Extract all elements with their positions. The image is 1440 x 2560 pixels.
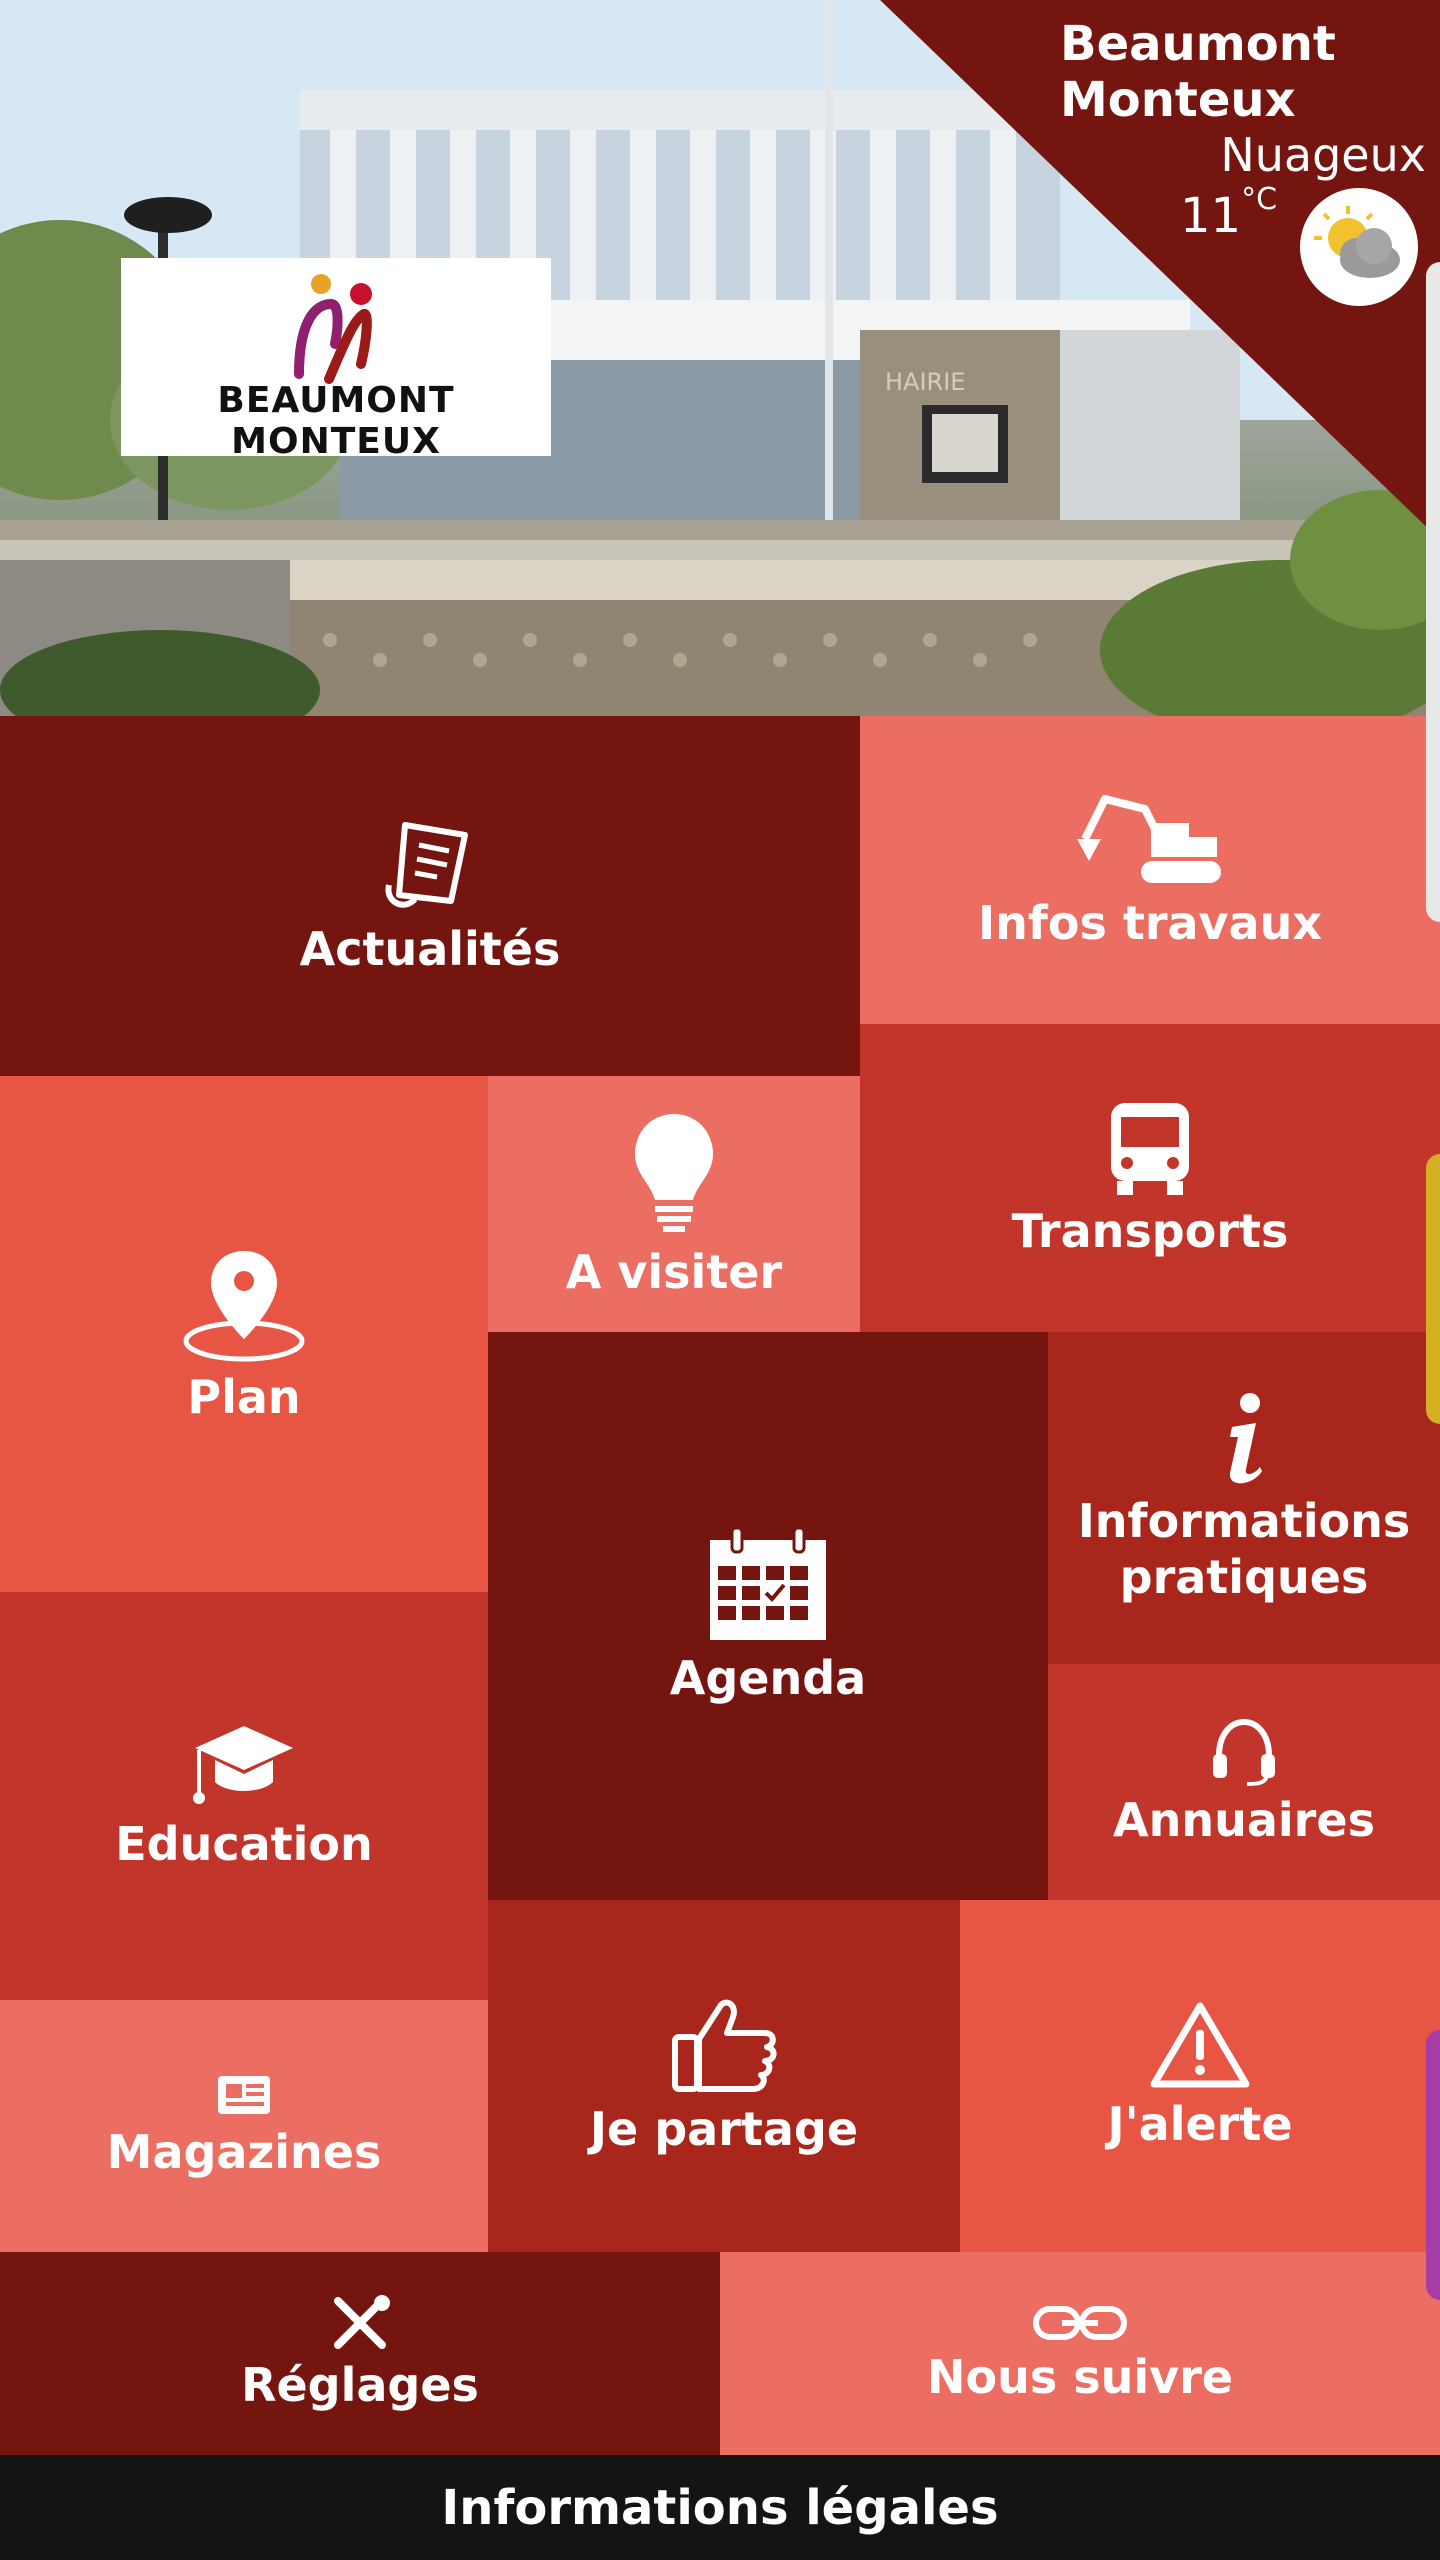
weather-temperature-value: 11 [1180, 188, 1242, 244]
weather-temperature: 11°C [1180, 182, 1277, 244]
newspaper-icon [218, 2076, 270, 2114]
lightbulb-icon [635, 1114, 713, 1232]
warning-icon [1150, 2002, 1250, 2088]
tile-magazines[interactable]: Magazines [0, 2000, 488, 2252]
tile-agenda-label: Agenda [669, 1651, 867, 1705]
tile-agenda[interactable]: Agenda [488, 1332, 1048, 1900]
link-icon [1033, 2305, 1127, 2340]
headset-icon [1213, 1718, 1275, 1786]
tile-j-alerte[interactable]: J'alerte [960, 1900, 1440, 2252]
legal-info-button[interactable]: Informations légales [0, 2455, 1440, 2560]
tools-icon [334, 2294, 390, 2349]
tile-a-visiter-label: A visiter [565, 1245, 783, 1299]
tile-je-partage-label: Je partage [589, 2102, 859, 2156]
logo-text: BEAUMONT MONTEUX [217, 380, 455, 462]
weather-city-line-1: Beaumont [1060, 16, 1336, 72]
side-edge-purple [1426, 2030, 1440, 2300]
weather-city-line-2: Monteux [1060, 72, 1296, 128]
tile-actualites-label: Actualités [299, 922, 561, 976]
town-logo: BEAUMONT MONTEUX [121, 258, 551, 462]
graduation-cap-icon [193, 1726, 293, 1804]
tile-informations-pratiques-label: Informations pratiques [1077, 1494, 1411, 1604]
news-scroll-icon [385, 822, 468, 908]
cloud-sun-icon [1300, 188, 1418, 306]
tile-transports[interactable]: Transports [860, 1024, 1440, 1332]
tile-annuaires-label: Annuaires [1113, 1793, 1375, 1847]
tile-education[interactable]: Education [0, 1592, 488, 2000]
thumbs-up-icon [672, 1999, 777, 2092]
bus-icon [1111, 1103, 1189, 1195]
tile-nous-suivre-label: Nous suivre [926, 2349, 1233, 2404]
side-edge-yellow [1426, 1154, 1440, 1424]
tile-plan[interactable]: Plan [0, 1076, 488, 1592]
tile-je-partage[interactable]: Je partage [488, 1900, 960, 2252]
excavator-icon [1077, 795, 1221, 883]
tile-nous-suivre[interactable]: Nous suivre [720, 2252, 1440, 2455]
tile-infos-travaux[interactable]: Infos travaux [860, 716, 1440, 1024]
tile-informations-pratiques[interactable]: Informations pratiques [1048, 1332, 1440, 1664]
weather-city: Beaumont Monteux [1060, 16, 1360, 128]
tile-reglages[interactable]: Réglages [0, 2252, 720, 2455]
tile-transports-label: Transports [1011, 1204, 1289, 1258]
logo-figures-icon [294, 274, 372, 384]
tile-education-label: Education [115, 1817, 373, 1871]
weather-condition: Nuageux [1220, 128, 1426, 182]
tile-reglages-label: Réglages [241, 2357, 479, 2412]
calendar-icon [710, 1526, 826, 1640]
legal-info-label: Informations légales [441, 2479, 999, 2536]
tile-annuaires[interactable]: Annuaires [1048, 1664, 1440, 1900]
info-icon [1229, 1393, 1262, 1484]
tile-infos-travaux-label: Infos travaux [977, 896, 1323, 950]
side-scroll-edge [1426, 262, 1440, 922]
header-banner: HAIRIE BEAUMONT MONTEUX Beaumont Monteux… [0, 0, 1440, 716]
map-pin-icon [183, 1251, 305, 1362]
tile-j-alerte-label: J'alerte [1107, 2097, 1293, 2151]
tile-a-visiter[interactable]: A visiter [488, 1076, 860, 1332]
tile-actualites[interactable]: Actualités [0, 716, 860, 1076]
weather-temperature-unit: °C [1241, 182, 1278, 217]
tile-magazines-label: Magazines [106, 2125, 382, 2179]
tile-plan-label: Plan [187, 1370, 301, 1424]
